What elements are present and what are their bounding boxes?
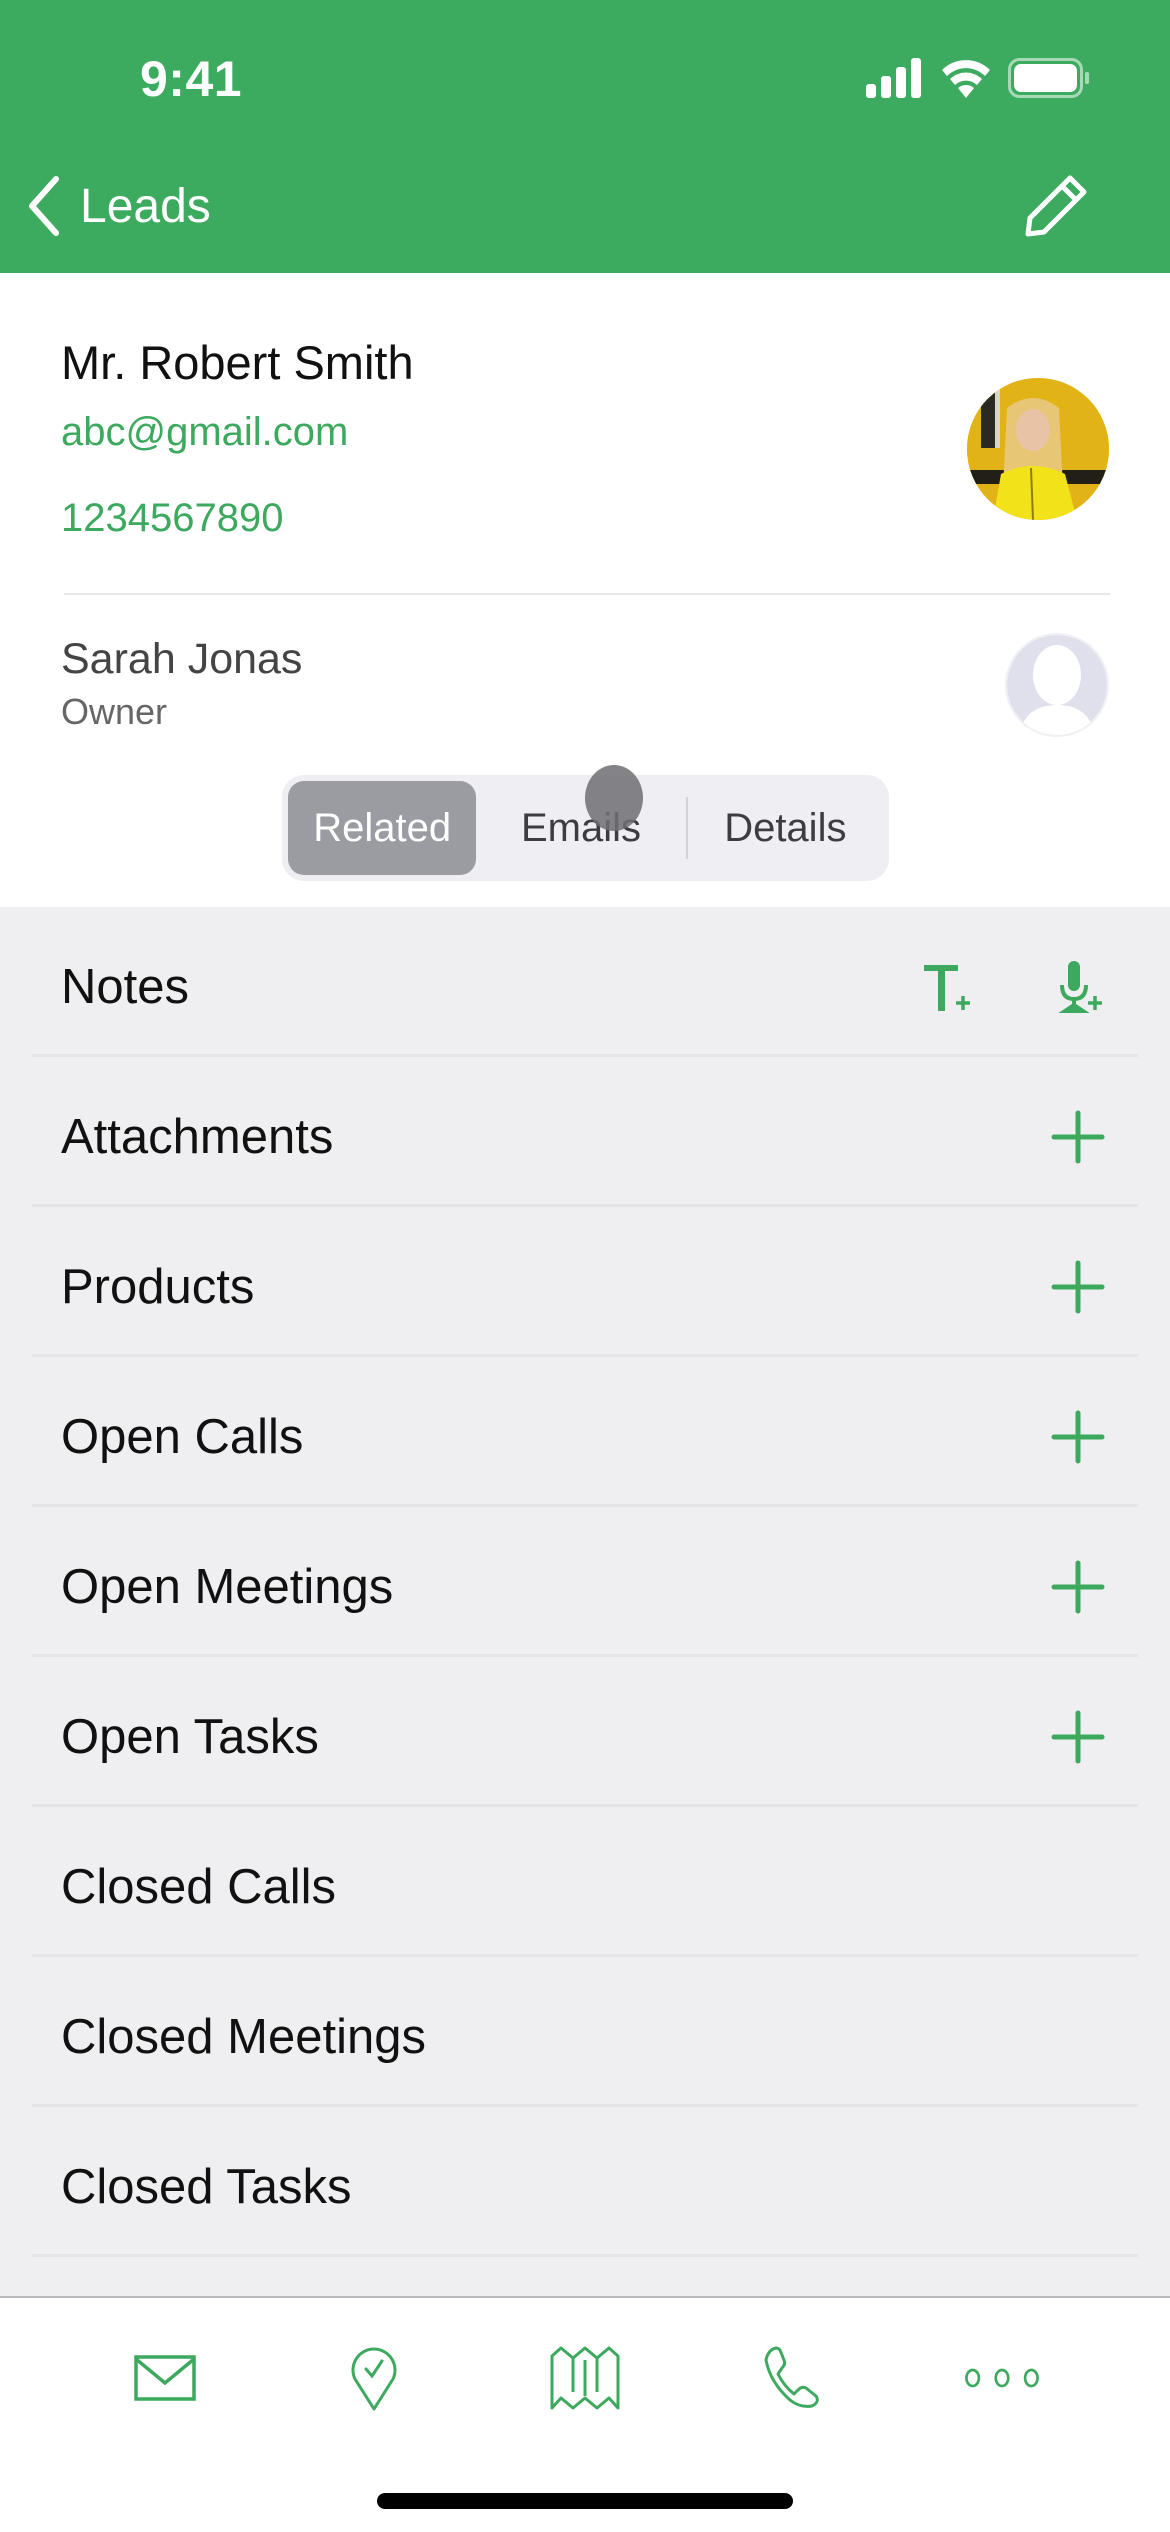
contact-avatar[interactable] (967, 378, 1109, 520)
cellular-signal-icon (866, 58, 921, 98)
segment-emails[interactable]: Emails (476, 781, 685, 875)
plus-icon (1051, 1560, 1105, 1614)
back-label: Leads (80, 179, 211, 233)
more-icon (965, 2368, 1039, 2388)
check-in-button[interactable] (334, 2338, 414, 2418)
email-button[interactable] (125, 2338, 205, 2418)
row-label: Products (61, 1260, 255, 1314)
add-product-button[interactable] (1050, 1259, 1106, 1315)
phone-icon (764, 2346, 819, 2408)
contact-card: Mr. Robert Smith abc@gmail.com 123456789… (0, 273, 1170, 907)
home-indicator[interactable] (377, 2493, 793, 2509)
add-call-button[interactable] (1050, 1409, 1106, 1465)
status-time: 9:41 (140, 51, 243, 107)
plus-icon (1051, 1410, 1105, 1464)
battery-icon (1008, 58, 1089, 98)
plus-icon (1051, 1710, 1105, 1764)
add-voice-note-button[interactable] (1050, 959, 1106, 1015)
mail-icon (134, 2355, 196, 2401)
row-label: Open Tasks (61, 1710, 319, 1764)
row-separator (32, 2254, 1138, 2257)
segment-details[interactable]: Details (688, 781, 883, 875)
add-attachment-button[interactable] (1050, 1109, 1106, 1165)
placeholder-person-icon (1007, 635, 1107, 735)
edit-button[interactable] (1022, 172, 1090, 240)
row-label: Closed Tasks (61, 2160, 352, 2214)
owner-label: Owner (61, 691, 168, 732)
related-row-open-meetings[interactable]: Open Meetings (0, 1507, 1170, 1657)
row-label: Attachments (61, 1110, 334, 1164)
contact-photo (967, 378, 1109, 520)
plus-icon (1051, 1110, 1105, 1164)
back-button[interactable]: Leads (24, 170, 211, 242)
map-button[interactable] (545, 2338, 625, 2418)
add-meeting-button[interactable] (1050, 1559, 1106, 1615)
header-bar: 9:41 Leads (0, 0, 1170, 273)
location-check-icon (351, 2347, 397, 2411)
owner-name: Sarah Jonas (61, 635, 303, 683)
related-list: Notes Attachments Products Open Calls Op… (0, 907, 1170, 2257)
owner-avatar[interactable] (1005, 633, 1109, 737)
status-icons (866, 56, 1090, 100)
add-text-note-button[interactable] (918, 959, 974, 1015)
contact-email-link[interactable]: abc@gmail.com (61, 410, 348, 455)
related-row-attachments[interactable]: Attachments (0, 1057, 1170, 1207)
row-label: Notes (61, 960, 190, 1014)
add-task-button[interactable] (1050, 1709, 1106, 1765)
call-button[interactable] (752, 2338, 832, 2418)
related-row-products[interactable]: Products (0, 1207, 1170, 1357)
chevron-left-icon (29, 176, 59, 236)
related-row-closed-calls[interactable]: Closed Calls (0, 1807, 1170, 1957)
segment-related[interactable]: Related (288, 781, 477, 875)
row-label: Open Meetings (61, 1560, 394, 1614)
related-row-open-calls[interactable]: Open Calls (0, 1357, 1170, 1507)
segmented-control: Related Emails Details (282, 775, 889, 881)
related-row-closed-meetings[interactable]: Closed Meetings (0, 1957, 1170, 2107)
divider (64, 593, 1110, 595)
more-button[interactable] (962, 2338, 1042, 2418)
row-label: Closed Calls (61, 1860, 337, 1914)
map-icon (550, 2346, 620, 2410)
related-row-notes[interactable]: Notes (0, 907, 1170, 1057)
wifi-icon (942, 60, 990, 98)
add-text-note-icon (924, 965, 970, 1011)
plus-icon (1051, 1260, 1105, 1314)
add-voice-note-icon (1058, 961, 1102, 1013)
contact-name: Mr. Robert Smith (61, 336, 414, 389)
contact-phone-link[interactable]: 1234567890 (61, 496, 283, 541)
row-label: Closed Meetings (61, 2010, 426, 2064)
pencil-icon (1025, 175, 1087, 237)
related-row-closed-tasks[interactable]: Closed Tasks (0, 2107, 1170, 2257)
row-label: Open Calls (61, 1410, 304, 1464)
related-row-open-tasks[interactable]: Open Tasks (0, 1657, 1170, 1807)
